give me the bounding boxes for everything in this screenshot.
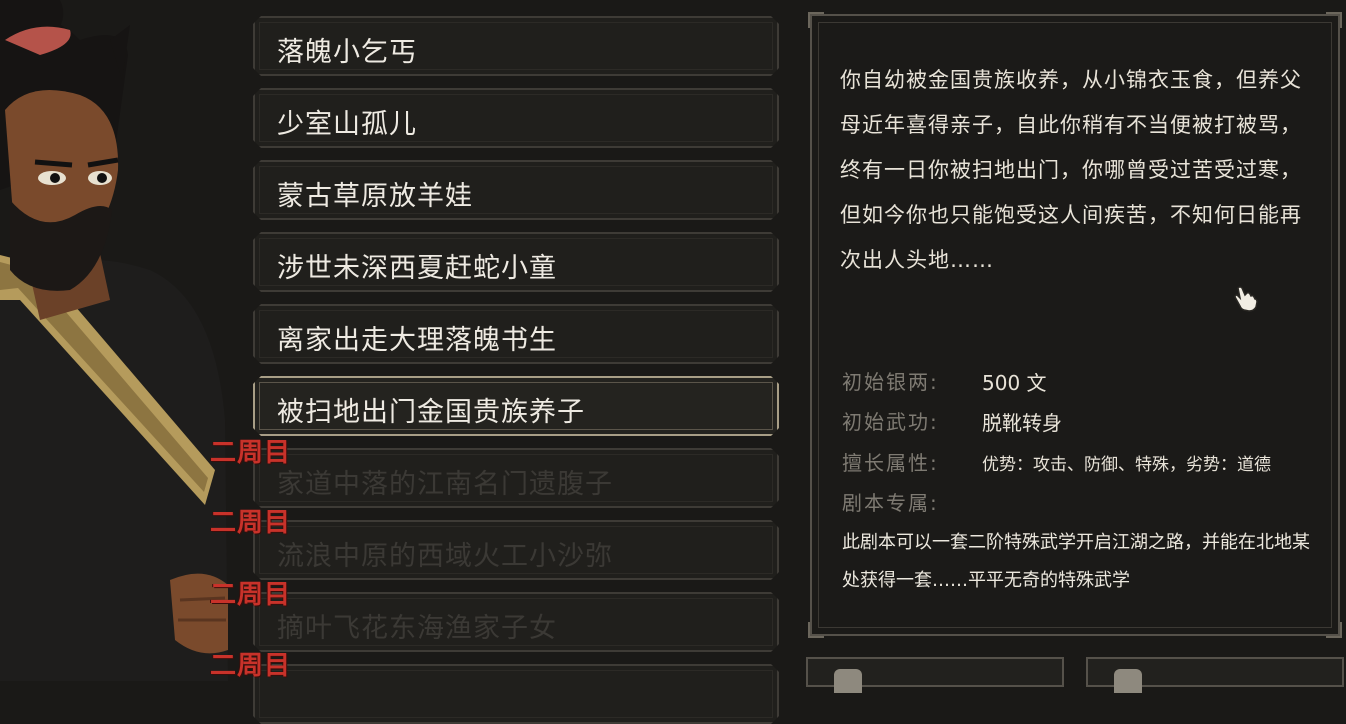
background-option[interactable]: 离家出走大理落魄书生 xyxy=(253,304,779,364)
bottom-action-button[interactable] xyxy=(1086,657,1344,693)
background-option-selected[interactable]: 被扫地出门金国贵族养子 xyxy=(253,376,779,436)
background-option-label: 少室山孤儿 xyxy=(277,109,417,140)
second-playthrough-badge: 二周目 xyxy=(210,508,292,538)
second-playthrough-badge: 二周目 xyxy=(210,580,292,610)
bottom-action-button[interactable] xyxy=(806,657,1064,693)
background-option-label: 蒙古草原放羊娃 xyxy=(277,181,473,212)
attribute-row: 擅长属性: 优势：攻击、防御、特殊，劣势：道德 xyxy=(842,447,1271,476)
background-option-label: 家道中落的江南名门遗腹子 xyxy=(277,469,613,500)
starting-skill-label: 初始武功: xyxy=(842,410,939,434)
background-description: 你自幼被金国贵族收养，从小锦衣玉食，但养父母近年喜得亲子，自此你稍有不当便被打被… xyxy=(840,68,1302,272)
background-option-locked[interactable]: 流浪中原的西域火工小沙弥 xyxy=(253,520,779,580)
attribute-value: 优势：攻击、防御、特殊，劣势：道德 xyxy=(982,455,1271,475)
character-portrait xyxy=(0,0,230,681)
panel-corner-ornament xyxy=(1326,12,1342,28)
button-icon xyxy=(1114,669,1142,693)
exclusive-description: 此剧本可以一套二阶特殊武学开启江湖之路，并能在北地某处获得一套……平平无奇的特殊… xyxy=(842,532,1310,591)
background-option-label: 流浪中原的西域火工小沙弥 xyxy=(277,541,613,572)
second-playthrough-badge: 二周目 xyxy=(210,438,292,468)
exclusive-row: 剧本专属: xyxy=(842,487,939,516)
background-option-label: 摘叶飞花东海渔家子女 xyxy=(277,613,557,644)
background-option-label: 被扫地出门金国贵族养子 xyxy=(277,397,585,428)
panel-corner-ornament xyxy=(808,622,824,638)
panel-corner-ornament xyxy=(1326,622,1342,638)
panel-corner-ornament xyxy=(808,12,824,28)
background-option[interactable]: 涉世未深西夏赶蛇小童 xyxy=(253,232,779,292)
starting-silver-value: 500 文 xyxy=(982,371,1047,395)
background-option[interactable]: 少室山孤儿 xyxy=(253,88,779,148)
background-option-locked[interactable]: 家道中落的江南名门遗腹子 xyxy=(253,448,779,508)
second-playthrough-badge: 二周目 xyxy=(210,651,292,681)
background-option-label: 落魄小乞丐 xyxy=(277,37,417,68)
starting-skill-value: 脱靴转身 xyxy=(982,411,1062,435)
background-option-label: 离家出走大理落魄书生 xyxy=(277,325,557,356)
background-option-label: 涉世未深西夏赶蛇小童 xyxy=(277,253,557,284)
background-option[interactable]: 落魄小乞丐 xyxy=(253,16,779,76)
background-option-locked[interactable]: 摘叶飞花东海渔家子女 xyxy=(253,592,779,652)
starting-silver-row: 初始银两: 500 文 xyxy=(842,366,1047,395)
starting-silver-label: 初始银两: xyxy=(842,370,939,394)
button-icon xyxy=(834,669,862,693)
background-detail-panel: 你自幼被金国贵族收养，从小锦衣玉食，但养父母近年喜得亲子，自此你稍有不当便被打被… xyxy=(808,12,1342,638)
starting-skill-row: 初始武功: 脱靴转身 xyxy=(842,406,1062,435)
exclusive-label: 剧本专属: xyxy=(842,491,939,515)
background-option[interactable]: 蒙古草原放羊娃 xyxy=(253,160,779,220)
hand-pointer-icon xyxy=(1232,284,1260,316)
attribute-label: 擅长属性: xyxy=(842,451,939,475)
background-option-locked[interactable] xyxy=(253,664,779,724)
